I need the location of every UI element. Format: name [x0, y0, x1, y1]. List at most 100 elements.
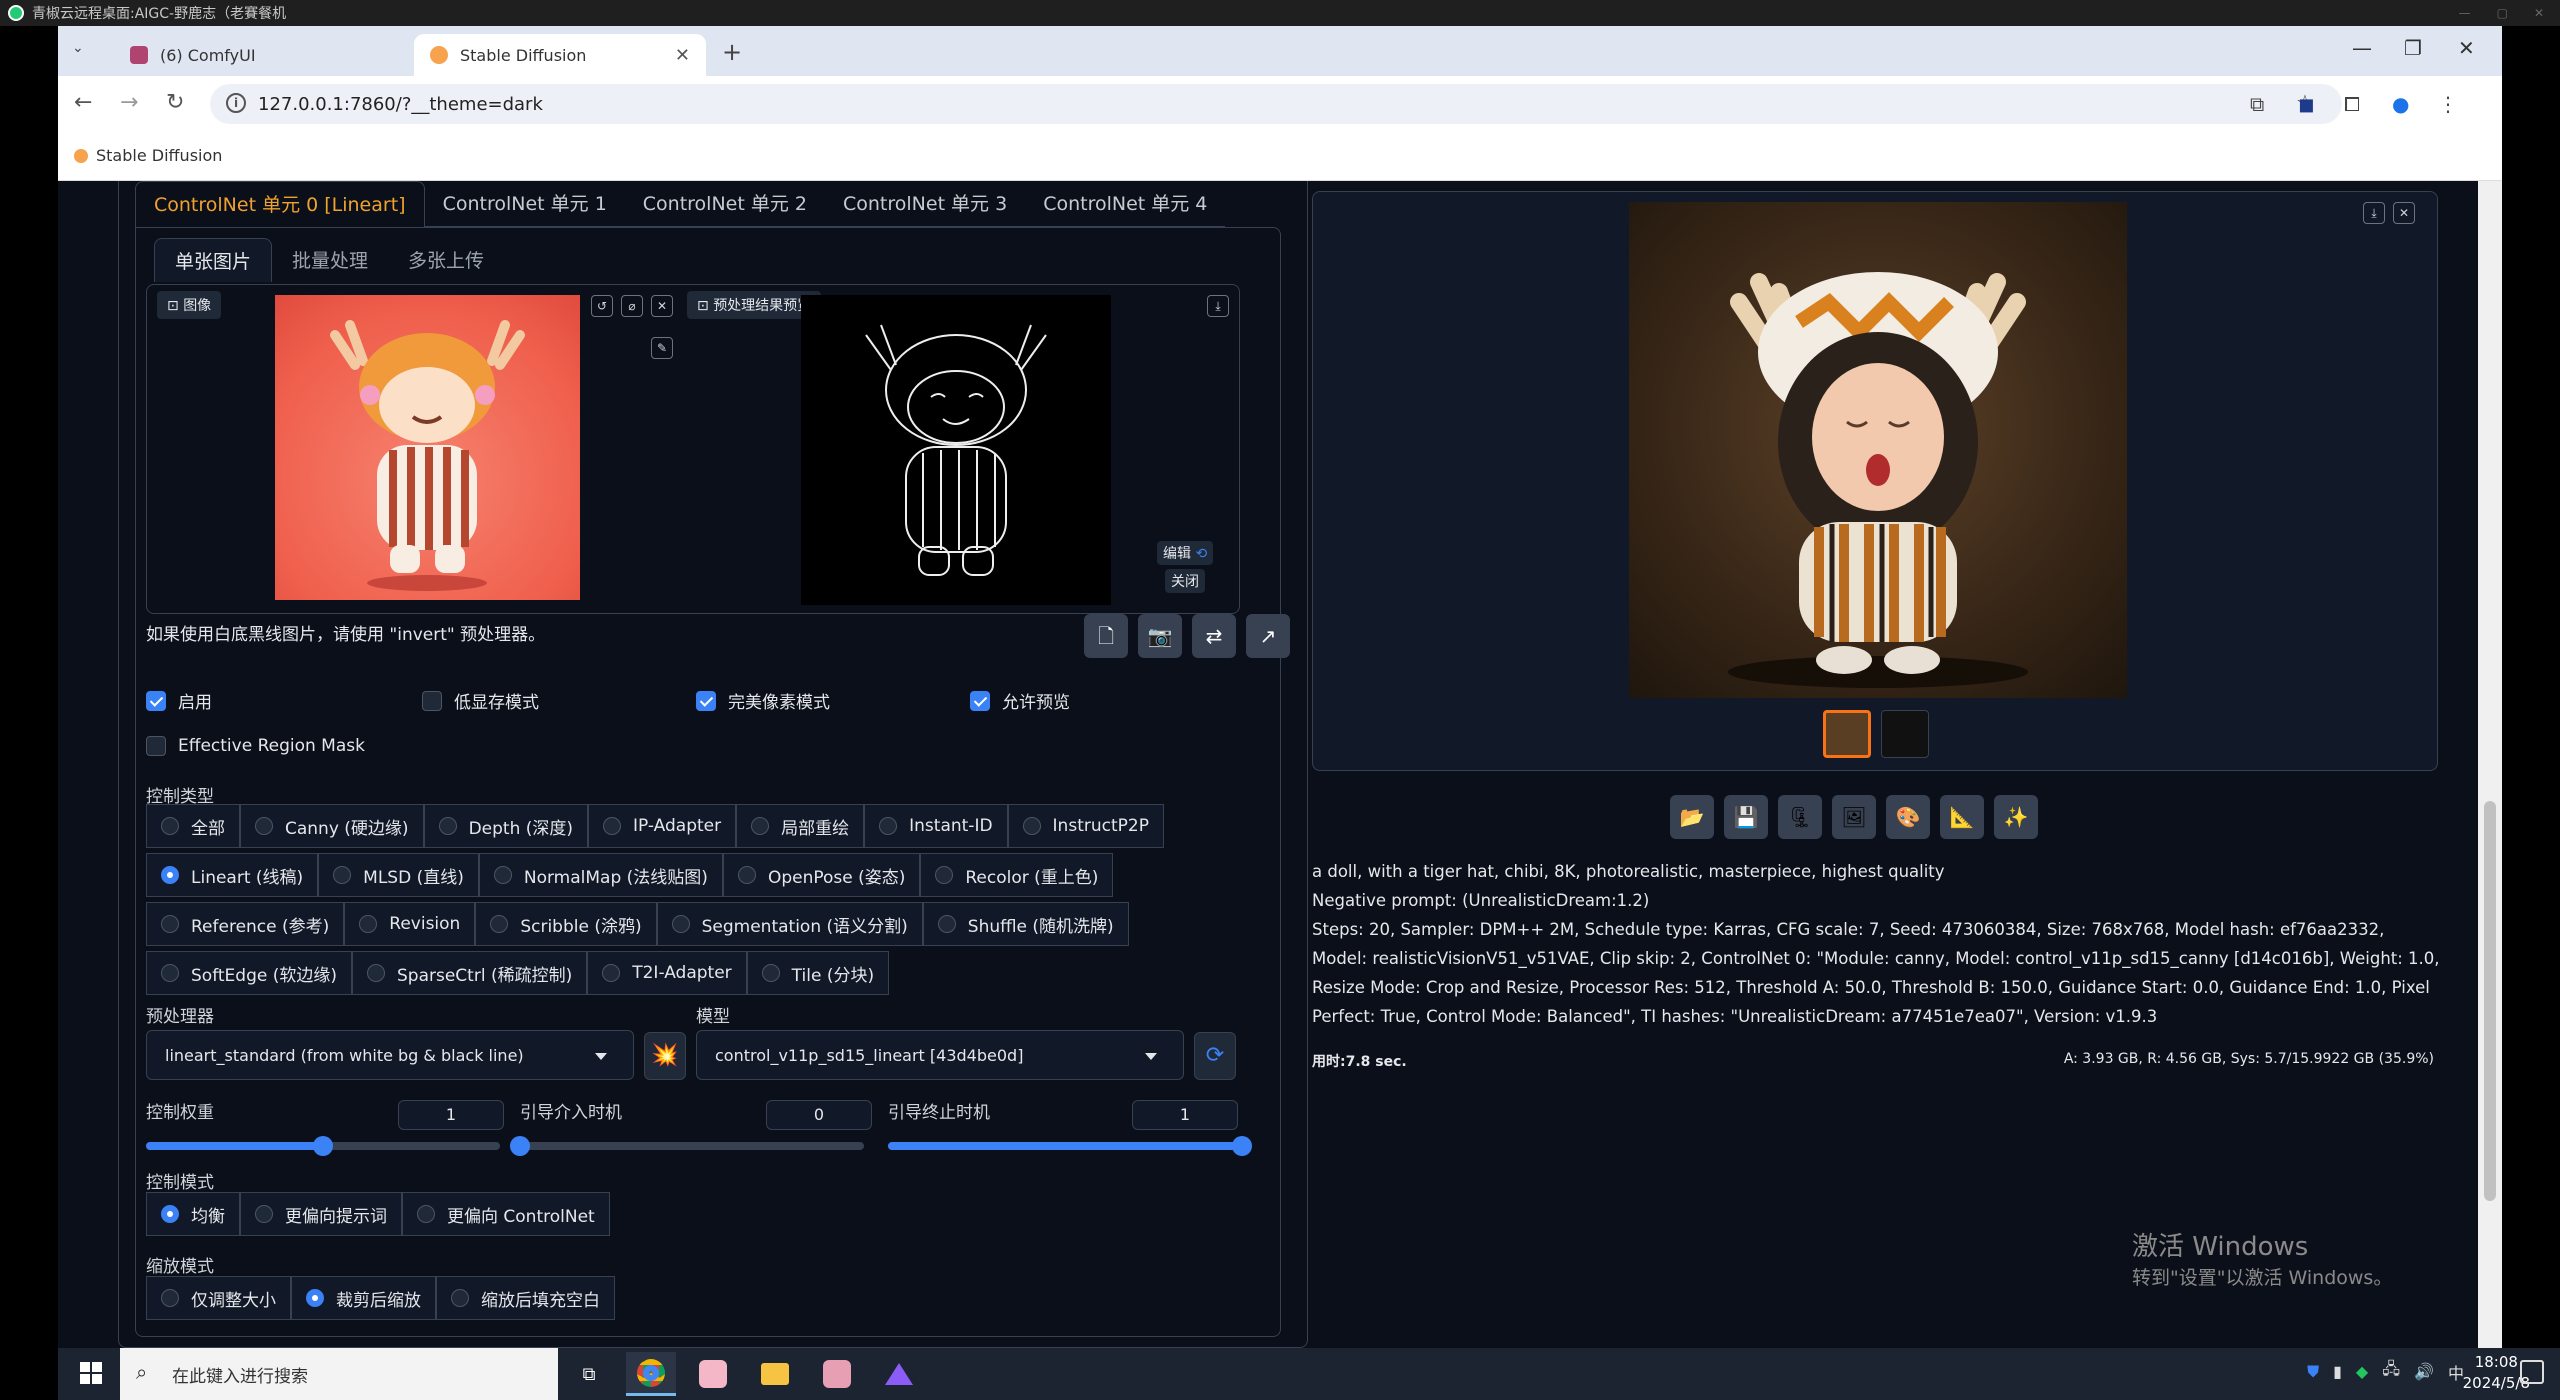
control-type-option[interactable]: Revision	[344, 902, 476, 946]
control-type-option[interactable]: Scribble (涂鸦)	[475, 902, 657, 946]
bookmark-stable-diffusion[interactable]: Stable Diffusion	[74, 146, 222, 165]
close-gallery-icon[interactable]: ✕	[2393, 202, 2415, 224]
mirror-button[interactable]: ⇄	[1192, 614, 1236, 658]
translate-icon[interactable]: ⧉	[2250, 92, 2264, 116]
undo-icon[interactable]: ↺	[591, 295, 613, 317]
pixel-perfect-checkbox[interactable]: 完美像素模式	[696, 688, 830, 713]
volume-icon[interactable]: 🔊	[2414, 1362, 2434, 1381]
notification-icon[interactable]	[2520, 1360, 2544, 1384]
generated-image[interactable]	[1629, 202, 2127, 698]
reload-icon[interactable]: ↻	[166, 90, 184, 115]
refresh-models-button[interactable]: ⟳	[1194, 1032, 1236, 1080]
control-type-option[interactable]: 全部	[146, 804, 240, 848]
control-type-option[interactable]: MLSD (直线)	[318, 853, 479, 897]
control-type-option[interactable]: SparseCtrl (稀疏控制)	[352, 951, 588, 995]
save-icon[interactable]: 💾	[1724, 795, 1768, 839]
app-anime-icon-1[interactable]	[688, 1352, 738, 1396]
shield-icon[interactable]: ⛊	[2307, 1362, 2319, 1382]
extension-icon[interactable]: ◼	[2298, 92, 2315, 116]
control-type-option[interactable]: Instant-ID	[864, 804, 1008, 848]
tab-unit-2[interactable]: ControlNet 单元 2	[624, 181, 825, 227]
slider-handle[interactable]	[313, 1136, 333, 1156]
control-mode-option[interactable]: 更偏向提示词	[240, 1192, 402, 1236]
minimize-icon[interactable]: —	[2352, 36, 2372, 60]
network-icon[interactable]: 🖧	[2382, 1358, 2400, 1385]
resize-mode-option[interactable]: 裁剪后缩放	[291, 1276, 436, 1320]
send-to-img2img-icon[interactable]: 🖼	[1832, 795, 1876, 839]
scrollbar-thumb[interactable]	[2484, 801, 2496, 1201]
control-type-option[interactable]: Reference (参考)	[146, 902, 345, 946]
guidance-start-input[interactable]: 0	[766, 1100, 872, 1130]
control-type-option[interactable]: Recolor (重上色)	[920, 853, 1114, 897]
menu-kebab-icon[interactable]: ⋮	[2438, 92, 2458, 116]
control-type-option[interactable]: Lineart (线稿)	[146, 853, 319, 897]
model-dropdown[interactable]: control_v11p_sd15_lineart [43d4be0d]	[696, 1030, 1184, 1080]
source-image[interactable]	[275, 295, 580, 600]
download-preview-icon[interactable]: ⤓	[1207, 295, 1229, 317]
usb-icon[interactable]: ▮	[2333, 1362, 2342, 1381]
resize-mode-option[interactable]: 缩放后填充空白	[436, 1276, 615, 1320]
file-explorer-icon[interactable]	[750, 1352, 800, 1396]
taskbar-search[interactable]: ⌕ 在此键入进行搜索	[120, 1348, 558, 1400]
task-view-icon[interactable]: ⧉	[564, 1352, 614, 1396]
restore-icon[interactable]: ❐	[2404, 36, 2422, 60]
tab-multi-upload[interactable]: 多张上传	[388, 238, 504, 282]
allow-preview-checkbox[interactable]: 允许预览	[970, 688, 1070, 713]
control-type-option[interactable]: Tile (分块)	[746, 951, 890, 995]
windows-start-icon[interactable]	[80, 1362, 102, 1384]
control-type-option[interactable]: InstructP2P	[1007, 804, 1164, 848]
clear-brush-icon[interactable]: ⌀	[621, 295, 643, 317]
control-type-option[interactable]: Segmentation (语义分割)	[656, 902, 923, 946]
control-type-option[interactable]: OpenPose (姿态)	[722, 853, 921, 897]
download-output-icon[interactable]: ⤓	[2363, 202, 2385, 224]
chrome-taskbar-icon[interactable]	[626, 1352, 676, 1396]
extensions-puzzle-icon[interactable]: ⧠	[2344, 92, 2360, 116]
close-image-icon[interactable]: ✕	[651, 295, 673, 317]
effective-region-mask-checkbox[interactable]: Effective Region Mask	[146, 736, 365, 756]
remote-window-controls[interactable]: — ▢ ✕	[2459, 6, 2560, 20]
guidance-end-slider[interactable]	[888, 1136, 1252, 1156]
control-type-option[interactable]: NormalMap (法线贴图)	[478, 853, 723, 897]
gallery-thumbnail-1[interactable]	[1823, 710, 1871, 758]
app-anime-icon-2[interactable]	[812, 1352, 862, 1396]
address-bar[interactable]: i 127.0.0.1:7860/?__theme=dark ⧉ ☆	[210, 84, 2342, 124]
gallery-thumbnail-2[interactable]	[1881, 710, 1929, 758]
tab-search-icon[interactable]: ⌄	[72, 40, 84, 56]
tab-stable-diffusion[interactable]: Stable Diffusion ✕	[414, 34, 706, 76]
close-window-icon[interactable]: ✕	[2458, 36, 2475, 60]
guidance-start-slider[interactable]	[510, 1136, 864, 1156]
resize-mode-option[interactable]: 仅调整大小	[146, 1276, 291, 1320]
new-tab-icon[interactable]: +	[722, 38, 742, 66]
enable-checkbox[interactable]: 启用	[146, 688, 212, 713]
new-canvas-button[interactable]: 🗋	[1084, 614, 1128, 658]
page-scrollbar[interactable]	[2478, 181, 2502, 1348]
close-tab-icon[interactable]: ✕	[675, 45, 690, 66]
brush-icon[interactable]: ✎	[651, 337, 673, 359]
tab-unit-0[interactable]: ControlNet 单元 0 [Lineart]	[135, 181, 425, 227]
low-vram-checkbox[interactable]: 低显存模式	[422, 688, 539, 713]
weight-input[interactable]: 1	[398, 1100, 504, 1130]
control-type-option[interactable]: 局部重绘	[736, 804, 865, 848]
send-to-inpaint-icon[interactable]: 🎨	[1886, 795, 1930, 839]
run-preprocessor-button[interactable]: 💥	[644, 1032, 686, 1080]
preprocessor-dropdown[interactable]: lineart_standard (from white bg & black …	[146, 1030, 634, 1080]
sparkle-icon[interactable]: ✨	[1994, 795, 2038, 839]
open-folder-icon[interactable]: 📂	[1670, 795, 1714, 839]
close-preview-button[interactable]: 关闭	[1165, 569, 1205, 593]
slider-handle[interactable]	[1232, 1136, 1252, 1156]
control-type-option[interactable]: T2I-Adapter	[587, 951, 747, 995]
tab-comfyui[interactable]: (6) ComfyUI ✕	[114, 34, 454, 76]
control-type-option[interactable]: SoftEdge (软边缘)	[146, 951, 352, 995]
app-mountain-icon[interactable]	[874, 1352, 924, 1396]
control-type-option[interactable]: Shuffle (随机洗牌)	[922, 902, 1129, 946]
edit-button[interactable]: 编辑 ⟲	[1157, 541, 1214, 565]
profile-avatar-icon[interactable]: ●	[2392, 92, 2409, 116]
slider-handle[interactable]	[510, 1136, 530, 1156]
send-to-extras-icon[interactable]: 📐	[1940, 795, 1984, 839]
forward-icon[interactable]: →	[120, 90, 138, 115]
control-type-option[interactable]: Canny (硬边缘)	[240, 804, 424, 848]
guidance-end-input[interactable]: 1	[1132, 1100, 1238, 1130]
control-mode-option[interactable]: 更偏向 ControlNet	[402, 1192, 610, 1236]
back-icon[interactable]: ←	[74, 90, 92, 115]
tab-unit-4[interactable]: ControlNet 单元 4	[1025, 181, 1226, 227]
